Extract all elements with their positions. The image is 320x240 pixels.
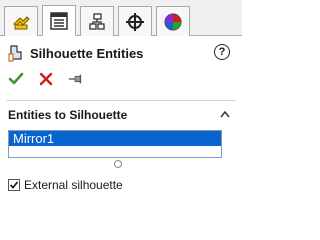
external-silhouette-checkbox[interactable] xyxy=(8,179,20,191)
help-icon[interactable]: ? xyxy=(214,44,230,60)
check-icon xyxy=(8,72,24,85)
external-silhouette-label: External silhouette xyxy=(24,178,123,192)
entities-listbox[interactable]: Mirror1 xyxy=(8,130,222,158)
display-manager-icon xyxy=(164,13,182,30)
list-item[interactable]: Mirror1 xyxy=(9,131,221,146)
listbox-resize-handle[interactable] xyxy=(114,160,122,168)
silhouette-entities-icon xyxy=(8,45,22,62)
group-title-entities: Entities to Silhouette xyxy=(8,108,128,122)
tab-configuration-manager[interactable] xyxy=(80,6,114,36)
tab-display-manager[interactable] xyxy=(156,6,190,36)
action-buttons xyxy=(8,70,84,88)
pushpin-icon xyxy=(68,74,82,84)
tab-property-manager[interactable] xyxy=(42,5,76,36)
dimxpert-icon xyxy=(126,12,144,31)
property-manager-header: Silhouette Entities ? xyxy=(8,44,236,62)
configuration-manager-icon xyxy=(89,12,105,30)
chevron-up-icon[interactable] xyxy=(220,110,230,118)
section-divider xyxy=(6,100,236,101)
cancel-button[interactable] xyxy=(38,71,54,87)
tab-feature-manager[interactable] xyxy=(4,6,38,36)
manager-tab-bar xyxy=(0,0,242,36)
checkmark-icon xyxy=(9,181,19,189)
pin-button[interactable] xyxy=(68,71,84,87)
feature-manager-icon xyxy=(13,15,30,29)
property-manager-icon xyxy=(50,11,68,30)
tab-dimxpert-manager[interactable] xyxy=(118,6,152,36)
page-title: Silhouette Entities xyxy=(30,45,144,61)
external-silhouette-option[interactable]: External silhouette xyxy=(8,178,123,192)
x-icon xyxy=(39,72,53,86)
ok-button[interactable] xyxy=(8,71,24,87)
